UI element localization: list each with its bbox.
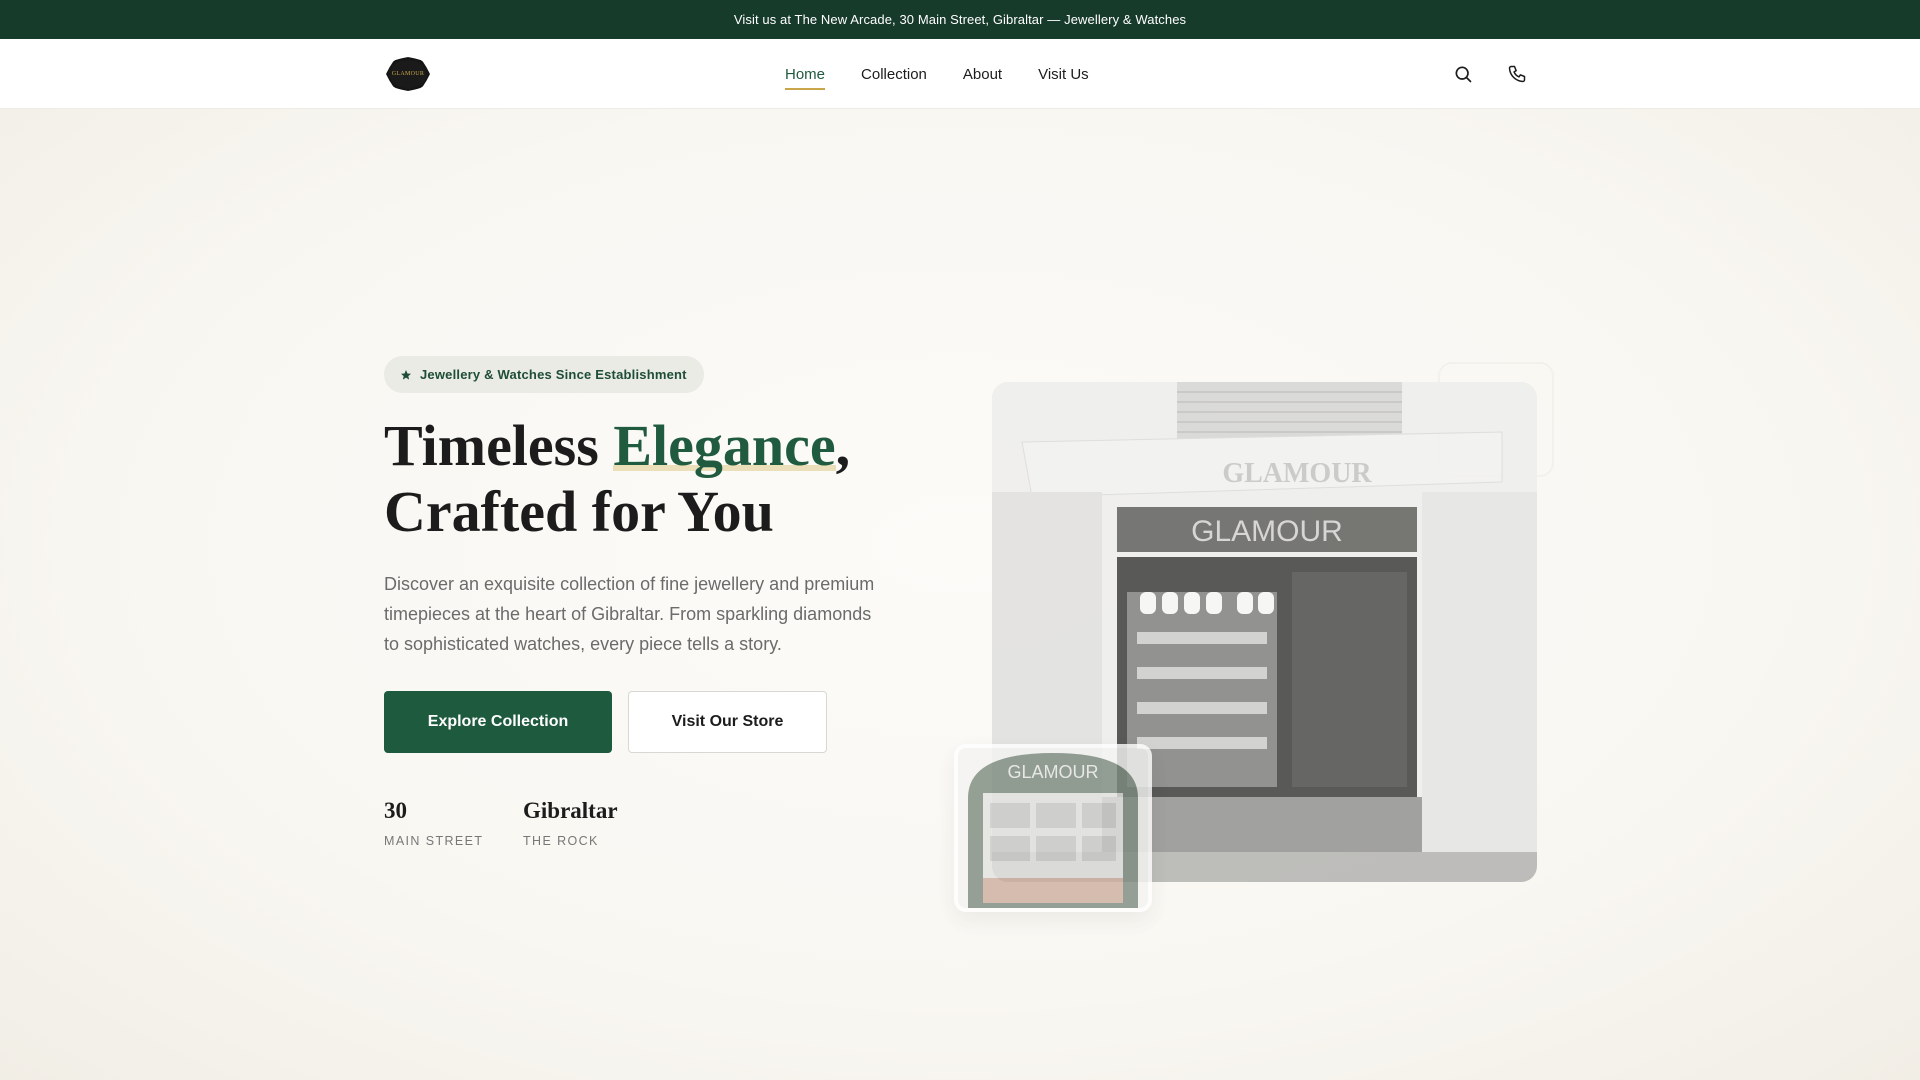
stat-location: Gibraltar THE ROCK bbox=[523, 798, 618, 848]
awning-sign-text: GLAMOUR bbox=[1222, 458, 1372, 489]
main-nav: Home Collection About Visit Us bbox=[785, 39, 1089, 109]
announcement-text: Visit us at The New Arcade, 30 Main Stre… bbox=[733, 12, 1187, 27]
phone-icon[interactable] bbox=[1505, 62, 1529, 86]
star-icon bbox=[401, 369, 411, 380]
hero-badge-label: Jewellery & Watches Since Establishment bbox=[420, 367, 687, 382]
stat-label: MAIN STREET bbox=[384, 834, 484, 848]
hero-title-part1: Timeless bbox=[384, 413, 614, 478]
store-thumbnail: GLAMOUR bbox=[954, 744, 1152, 912]
thumb-sign-text: GLAMOUR bbox=[1007, 762, 1098, 782]
hero-section bbox=[0, 109, 1920, 1080]
hero-badge: Jewellery & Watches Since Establishment bbox=[384, 356, 704, 393]
nav-item-about[interactable]: About bbox=[963, 62, 1002, 87]
site-header: GLAMOUR Home Collection About Visit Us bbox=[0, 39, 1920, 109]
stat-label: THE ROCK bbox=[523, 834, 599, 848]
hero-title-accent: Elegance bbox=[613, 413, 836, 478]
nav-item-collection[interactable]: Collection bbox=[861, 62, 927, 87]
hero-title-line2: Crafted for You bbox=[384, 479, 774, 544]
hero-title: Timeless Elegance, Crafted for You bbox=[384, 413, 944, 545]
search-icon[interactable] bbox=[1451, 62, 1475, 86]
nav-item-home[interactable]: Home bbox=[785, 62, 826, 90]
hero-description: Discover an exquisite collection of fine… bbox=[384, 574, 875, 654]
stat-value: Gibraltar bbox=[523, 798, 618, 823]
stat-street: 30 MAIN STREET bbox=[384, 798, 483, 848]
announcement-bar: Visit us at The New Arcade, 30 Main Stre… bbox=[0, 0, 1920, 39]
front-sign-text: GLAMOUR bbox=[1191, 515, 1343, 548]
visit-store-button[interactable]: Visit Our Store bbox=[628, 691, 827, 753]
logo[interactable]: GLAMOUR bbox=[386, 57, 430, 91]
explore-collection-button[interactable]: Explore Collection bbox=[384, 691, 612, 753]
logo-text: GLAMOUR bbox=[391, 71, 425, 77]
hero-title-part2: , bbox=[835, 413, 851, 478]
nav-item-visit-us[interactable]: Visit Us bbox=[1038, 62, 1089, 87]
stat-value: 30 bbox=[384, 798, 407, 823]
